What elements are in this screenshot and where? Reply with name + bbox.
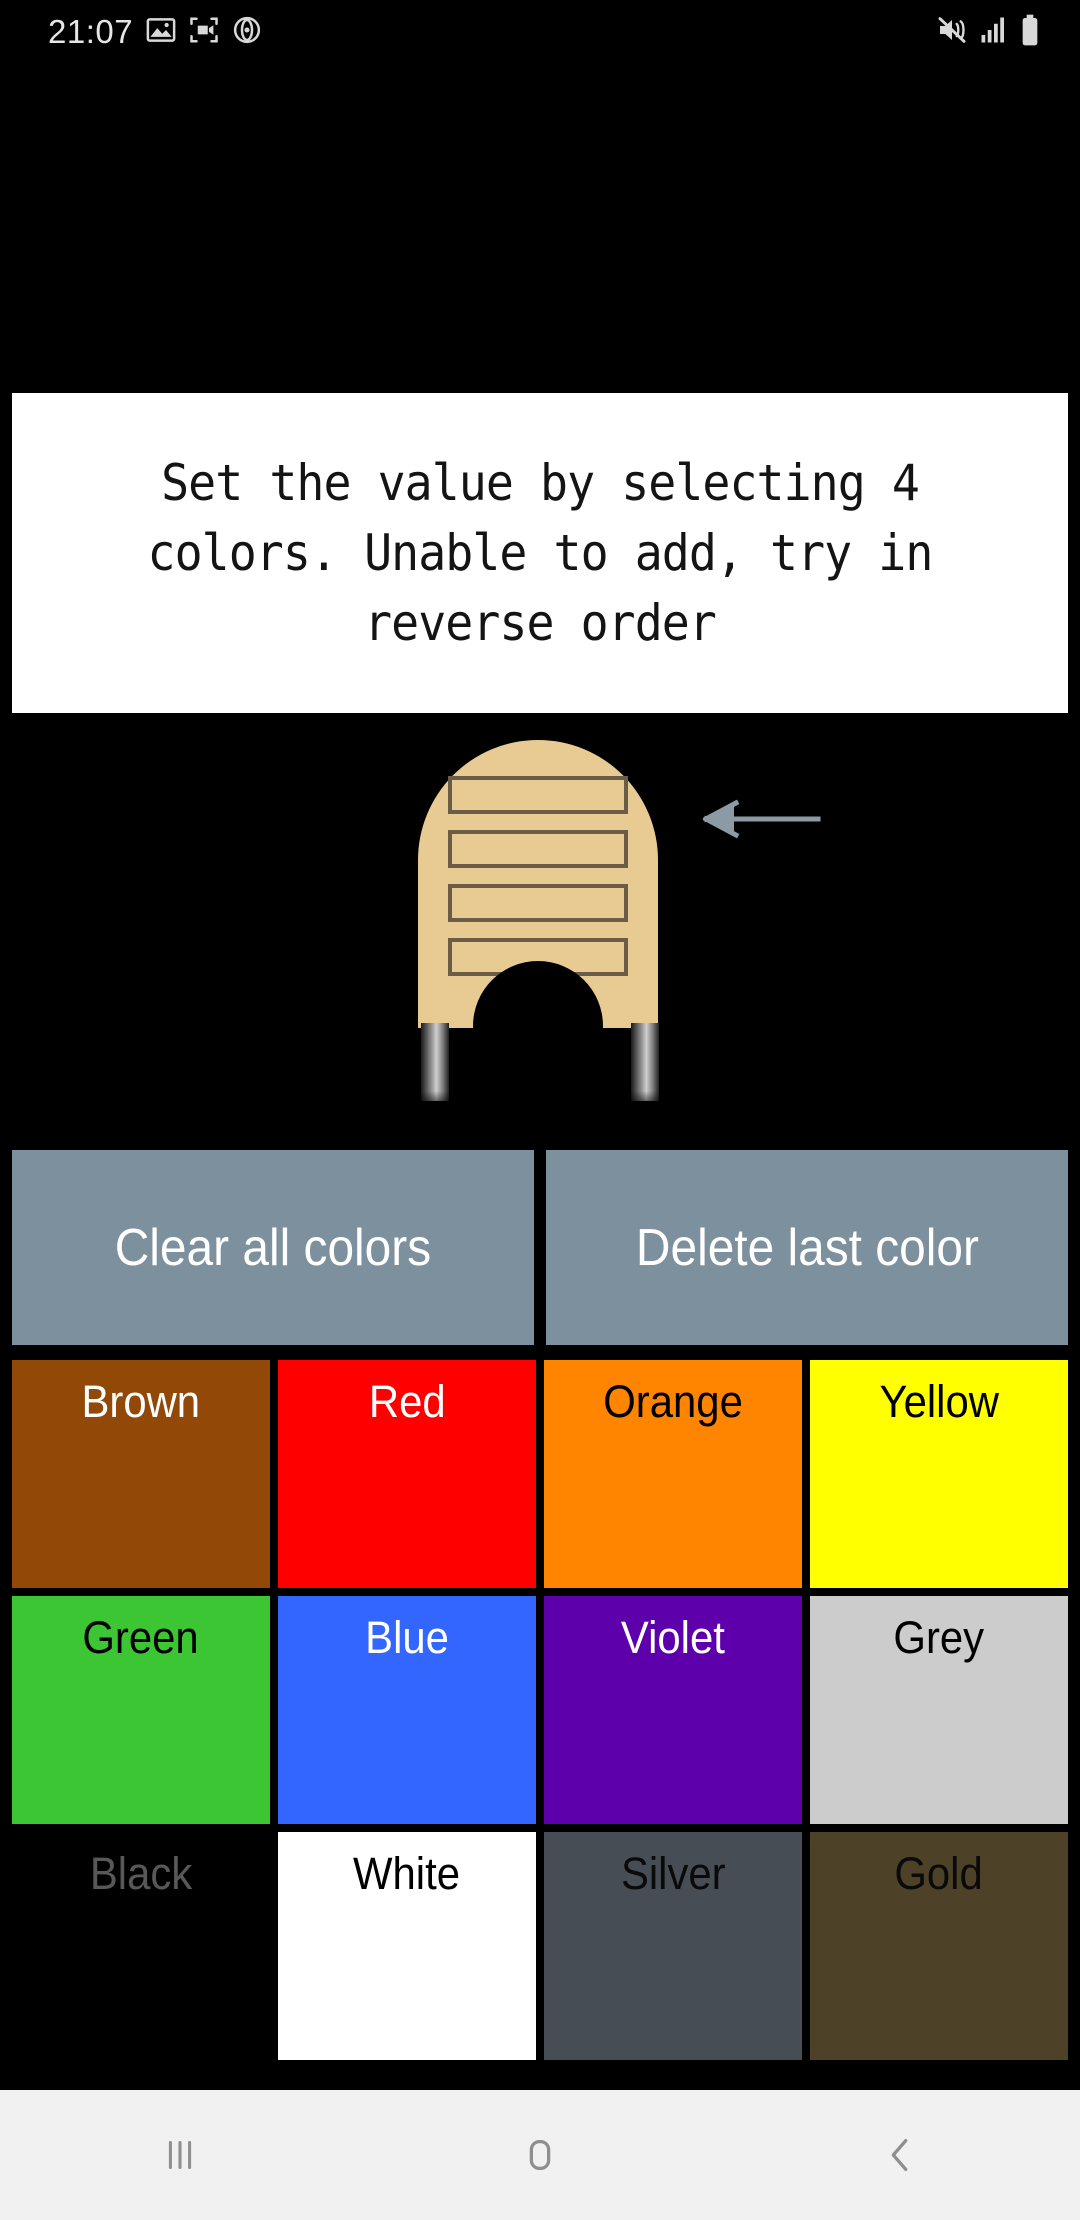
message-card: Set the value by selecting 4 colors. Una…: [12, 393, 1068, 713]
color-swatch-green[interactable]: Green: [12, 1596, 270, 1824]
clear-all-colors-button[interactable]: Clear all colors: [12, 1150, 534, 1345]
color-swatch-brown[interactable]: Brown: [12, 1360, 270, 1588]
resistor-lead-left: [421, 1023, 449, 1101]
color-label-orange: Orange: [603, 1376, 743, 1427]
color-label-yellow: Yellow: [879, 1376, 999, 1427]
color-swatch-orange[interactable]: Orange: [544, 1360, 802, 1588]
back-icon[interactable]: [810, 2090, 990, 2220]
status-bar-right: [936, 14, 1040, 51]
status-clock: 21:07: [48, 13, 134, 50]
mute-icon: [936, 14, 968, 51]
resistor-body-graphic: [418, 740, 658, 1029]
color-label-grey: Grey: [893, 1612, 985, 1663]
delete-last-color-label: Delete last color: [635, 1218, 979, 1277]
color-swatch-grey[interactable]: Grey: [810, 1596, 1068, 1824]
screenshot-capture-icon: [189, 15, 219, 50]
status-bar-left: 21:07: [48, 13, 262, 51]
color-label-white: White: [353, 1848, 461, 1899]
resistor-band-3[interactable]: [448, 884, 628, 922]
status-bar: 21:07: [0, 0, 1080, 64]
color-swatch-red[interactable]: Red: [278, 1360, 536, 1588]
system-navigation-bar: [0, 2090, 1080, 2220]
color-label-silver: Silver: [620, 1848, 726, 1899]
screen-record-icon: [232, 15, 262, 50]
action-buttons-row: Clear all colors Delete last color: [12, 1150, 1068, 1345]
color-swatch-black[interactable]: Black: [12, 1832, 270, 2060]
message-text: Set the value by selecting 4 colors. Una…: [147, 454, 934, 652]
clear-all-colors-label: Clear all colors: [114, 1218, 432, 1277]
color-swatch-gold[interactable]: Gold: [810, 1832, 1068, 2060]
battery-icon: [1020, 14, 1040, 51]
color-swatch-yellow[interactable]: Yellow: [810, 1360, 1068, 1588]
resistor-lead-right-fade: [631, 1091, 659, 1111]
color-swatch-blue[interactable]: Blue: [278, 1596, 536, 1824]
color-label-red: Red: [368, 1376, 446, 1427]
arrow-left-icon: [700, 792, 824, 846]
resistor-band-2[interactable]: [448, 830, 628, 868]
delete-last-color-button[interactable]: Delete last color: [546, 1150, 1068, 1345]
color-palette-grid: Brown Red Orange Yellow Green Blue Viole…: [12, 1360, 1068, 2060]
resistor-band-1[interactable]: [448, 776, 628, 814]
resistor-lead-left-fade: [421, 1091, 449, 1111]
color-label-gold: Gold: [894, 1848, 984, 1899]
recents-icon[interactable]: [90, 2090, 270, 2220]
color-label-black: Black: [89, 1848, 193, 1899]
color-swatch-white[interactable]: White: [278, 1832, 536, 2060]
signal-bars-icon: [979, 15, 1009, 50]
color-label-blue: Blue: [365, 1612, 449, 1663]
resistor-lead-right: [631, 1023, 659, 1101]
color-label-green: Green: [82, 1612, 200, 1663]
resistor-display: [0, 720, 1080, 1138]
home-icon[interactable]: [450, 2090, 630, 2220]
color-swatch-silver[interactable]: Silver: [544, 1832, 802, 2060]
color-swatch-violet[interactable]: Violet: [544, 1596, 802, 1824]
color-label-violet: Violet: [621, 1612, 725, 1663]
app-screen: 21:07 Set the value by selecting 4 color…: [0, 0, 1080, 2220]
image-icon: [146, 15, 176, 50]
color-label-brown: Brown: [81, 1376, 201, 1427]
